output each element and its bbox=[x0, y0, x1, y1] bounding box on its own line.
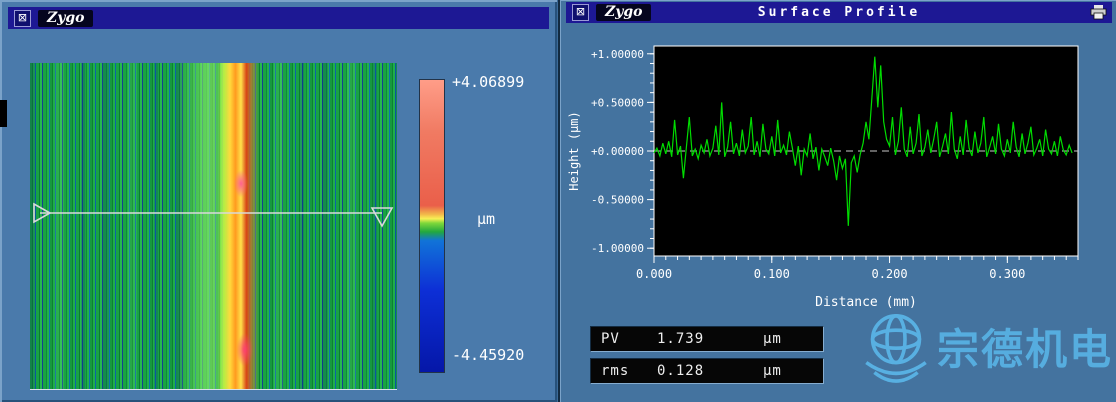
surface-map[interactable] bbox=[30, 63, 397, 390]
svg-text:-1.00000: -1.00000 bbox=[591, 242, 644, 255]
svg-text:0.200: 0.200 bbox=[871, 267, 907, 281]
watermark: 宗德机电 bbox=[860, 306, 1113, 394]
pv-unit: µm bbox=[763, 331, 782, 347]
svg-text:Height (µm): Height (µm) bbox=[567, 111, 581, 190]
close-icon[interactable]: ⊠ bbox=[572, 4, 589, 21]
rms-unit: µm bbox=[763, 363, 782, 379]
profile-slice-overlay[interactable] bbox=[30, 63, 397, 389]
svg-text:Distance (mm): Distance (mm) bbox=[815, 295, 917, 310]
surface-profile-titlebar[interactable]: ⊠ Zygo Surface Profile bbox=[566, 2, 1112, 23]
profile-right-handle-icon[interactable] bbox=[372, 208, 392, 226]
surface-map-window: ⊠ Zygo +4.06899 µm -4.45920 bbox=[0, 0, 557, 402]
profile-chart[interactable]: 0.000 0.100 0.200 0.300 +1.00000 +0.50000 +0.0… bbox=[564, 34, 1084, 314]
colorbar-unit-label: µm bbox=[477, 210, 495, 228]
rms-label: rms bbox=[591, 363, 657, 379]
pv-value: 1.739 bbox=[657, 331, 763, 347]
close-icon[interactable]: ⊠ bbox=[14, 10, 31, 27]
svg-text:-0.50000: -0.50000 bbox=[591, 194, 644, 207]
svg-text:0.100: 0.100 bbox=[754, 267, 790, 281]
svg-text:0.300: 0.300 bbox=[989, 267, 1025, 281]
watermark-text: 宗德机电 bbox=[937, 329, 1113, 371]
printer-icon[interactable] bbox=[1090, 5, 1107, 20]
edge-tab bbox=[0, 100, 7, 127]
colorbar bbox=[419, 79, 445, 373]
zygo-logo: Zygo bbox=[596, 4, 651, 21]
globe-logo-icon bbox=[860, 306, 932, 394]
rms-readout: rms 0.128 µm bbox=[590, 358, 824, 384]
svg-text:+0.00000: +0.00000 bbox=[591, 145, 644, 158]
colorbar-max-label: +4.06899 bbox=[452, 73, 524, 91]
colorbar-min-label: -4.45920 bbox=[452, 346, 524, 364]
svg-text:+1.00000: +1.00000 bbox=[591, 48, 644, 61]
zygo-metropro-app: ⊠ Zygo +4.06899 µm -4.45920 ⊠ Zygo Surfa… bbox=[0, 0, 1116, 402]
zygo-logo: Zygo bbox=[38, 10, 93, 27]
svg-text:+0.50000: +0.50000 bbox=[591, 96, 644, 109]
pv-readout: PV 1.739 µm bbox=[590, 326, 824, 352]
surface-map-titlebar[interactable]: ⊠ Zygo bbox=[8, 7, 549, 29]
surface-profile-window: ⊠ Zygo Surface Profile 0.0000.1000.2000.… bbox=[558, 0, 1116, 402]
pv-label: PV bbox=[591, 331, 657, 347]
rms-value: 0.128 bbox=[657, 363, 763, 379]
svg-text:0.000: 0.000 bbox=[636, 267, 672, 281]
